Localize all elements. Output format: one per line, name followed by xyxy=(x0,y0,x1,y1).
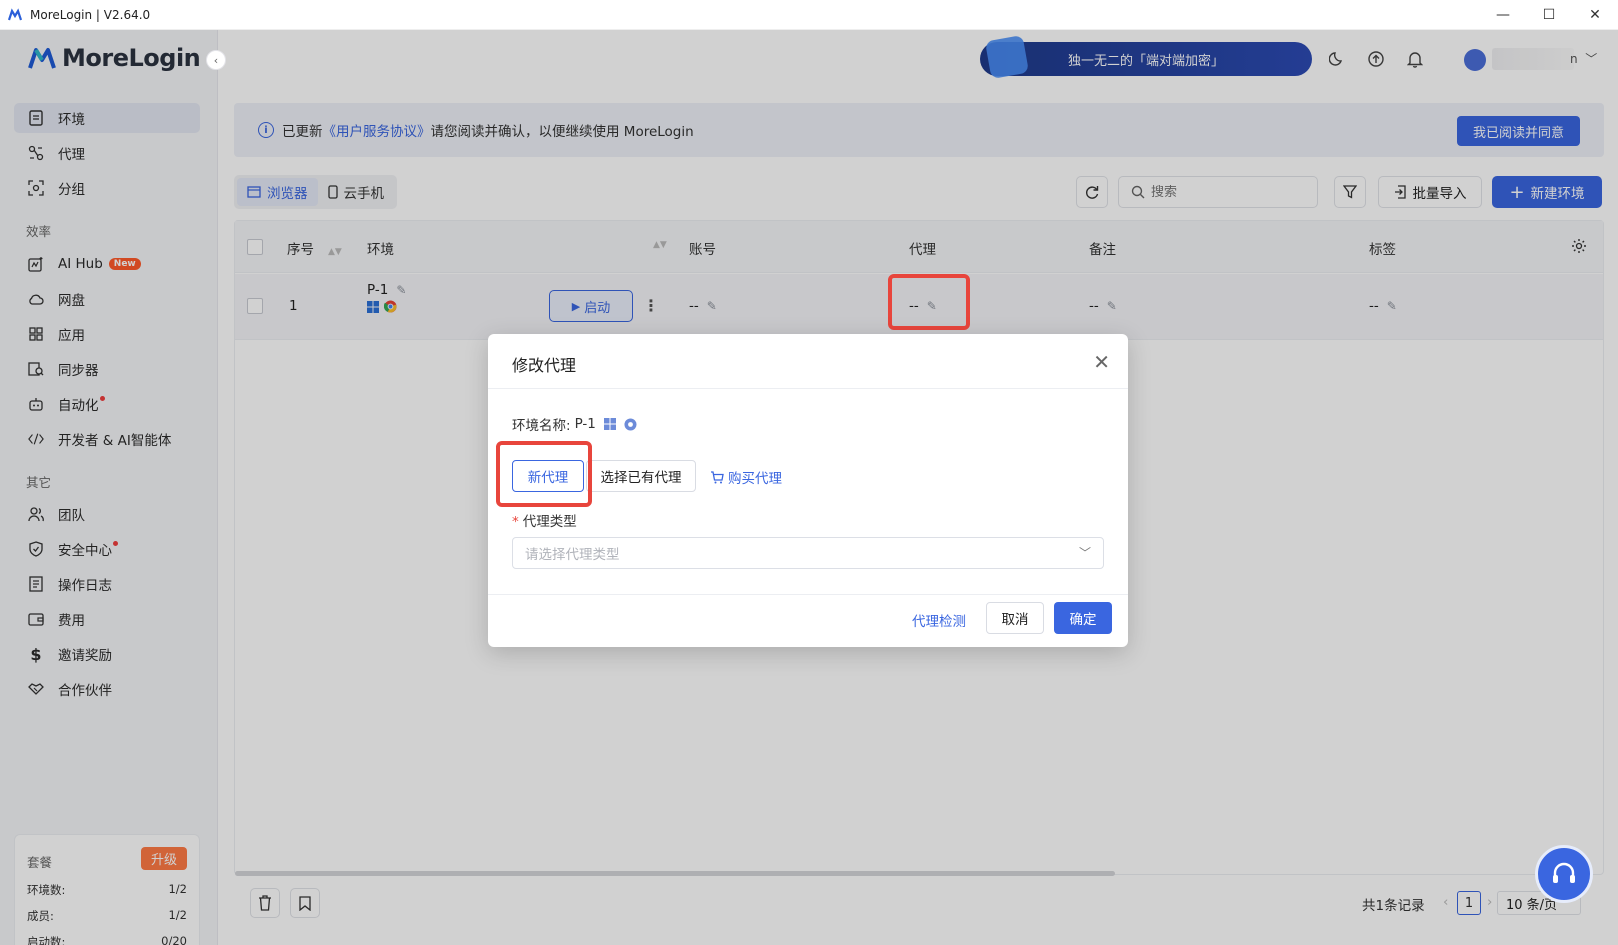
close-window-button[interactable]: ✕ xyxy=(1572,0,1618,30)
env-name-value: P-1 xyxy=(574,416,596,432)
confirm-button[interactable]: 确定 xyxy=(1054,602,1112,634)
proxy-type-label: * 代理类型 xyxy=(512,514,577,530)
divider xyxy=(488,594,1128,595)
select-placeholder: 请选择代理类型 xyxy=(525,547,620,563)
select-existing-proxy-button[interactable]: 选择已有代理 xyxy=(586,460,696,492)
dialog-title: 修改代理 xyxy=(512,356,577,375)
proxy-cell-highlight xyxy=(888,274,970,330)
proxy-type-select[interactable]: 请选择代理类型 ﹀ xyxy=(512,537,1104,569)
close-icon[interactable]: ✕ xyxy=(1093,350,1110,374)
chrome-icon xyxy=(624,417,637,431)
minimize-button[interactable]: — xyxy=(1480,0,1526,30)
cart-icon xyxy=(711,470,724,483)
divider xyxy=(488,388,1128,389)
maximize-button[interactable]: ☐ xyxy=(1526,0,1572,30)
window-titlebar: MoreLogin | V2.64.0 — ☐ ✕ xyxy=(0,0,1618,30)
customer-support-button[interactable] xyxy=(1535,845,1593,903)
collapse-sidebar-button[interactable]: ‹ xyxy=(206,50,226,70)
env-name-label: 环境名称: P-1 xyxy=(512,414,637,434)
windows-icon xyxy=(603,418,616,430)
window-title: MoreLogin | V2.64.0 xyxy=(30,7,151,22)
buy-proxy-link[interactable]: 购买代理 xyxy=(710,467,782,487)
headset-icon xyxy=(1553,862,1575,883)
chevron-down-icon: ﹀ xyxy=(1078,546,1091,560)
cancel-button[interactable]: 取消 xyxy=(986,602,1044,634)
app-logo-icon xyxy=(8,7,22,20)
proxy-check-link[interactable]: 代理检测 xyxy=(912,610,966,630)
new-proxy-highlight xyxy=(496,441,592,507)
